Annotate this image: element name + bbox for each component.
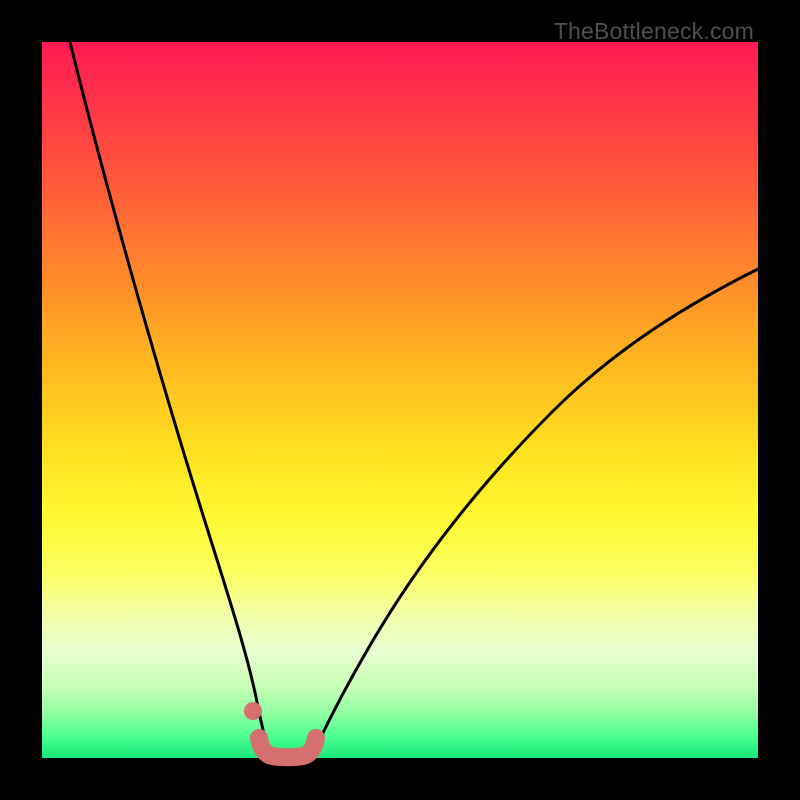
watermark-text: TheBottleneck.com: [554, 18, 754, 45]
chart-frame: TheBottleneck.com: [0, 0, 800, 800]
stray-dot: [244, 702, 262, 720]
bottom-marker: [259, 738, 316, 757]
right-curve: [312, 269, 758, 758]
plot-area: [42, 42, 758, 758]
chart-svg: [42, 42, 758, 758]
left-curve: [70, 42, 270, 758]
